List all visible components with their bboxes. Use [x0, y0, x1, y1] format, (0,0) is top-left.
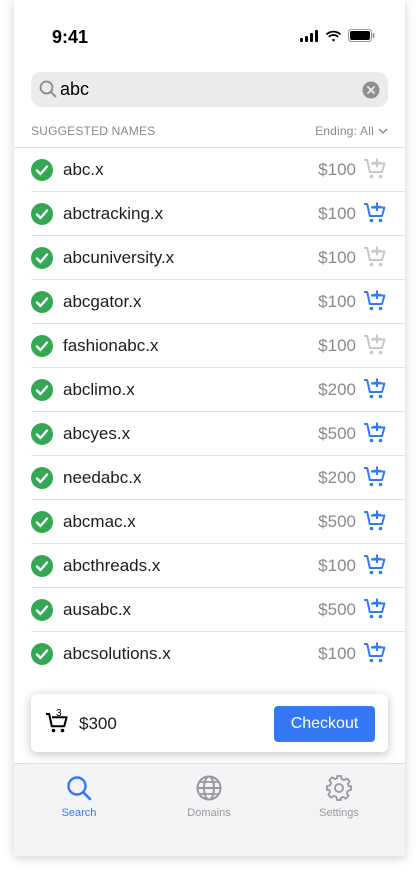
- domain-price: $100: [318, 644, 356, 663]
- result-row[interactable]: abcthreads.x $100: [31, 543, 405, 587]
- section-header: SUGGESTED NAMES Ending: All: [31, 124, 388, 140]
- available-check-icon: [31, 203, 53, 230]
- cart-summary: 3 $300 Checkout: [31, 694, 388, 752]
- add-to-cart-icon[interactable]: [363, 421, 387, 445]
- domain-price: $500: [318, 424, 356, 443]
- in-cart-icon[interactable]: [363, 157, 387, 181]
- domain-name: abcuniversity.x: [63, 248, 175, 267]
- tab-label: Settings: [319, 807, 359, 819]
- signal-icon: [300, 29, 318, 42]
- domain-price: $100: [318, 248, 356, 267]
- status-icons: [300, 29, 375, 42]
- domain-name: needabc.x: [63, 468, 142, 487]
- tab-settings[interactable]: Settings: [289, 774, 389, 834]
- domain-price: $200: [318, 380, 356, 399]
- cart-count-badge: 3: [56, 708, 62, 719]
- domain-name: abcgator.x: [63, 292, 142, 311]
- result-row[interactable]: ausabc.x $500: [31, 587, 405, 631]
- add-to-cart-icon[interactable]: [363, 465, 387, 489]
- result-row[interactable]: fashionabc.x $100: [31, 323, 405, 367]
- ending-filter-label: Ending: All: [315, 124, 374, 138]
- search-icon: [39, 80, 57, 98]
- domain-name: abcmac.x: [63, 512, 136, 531]
- domain-price: $500: [318, 512, 356, 531]
- phone-screen: 9:41 abc SUGGESTED NAMES Ending: All abc…: [14, 0, 405, 856]
- search-input[interactable]: [60, 72, 350, 107]
- result-row[interactable]: needabc.x $200: [31, 455, 405, 499]
- result-row[interactable]: abcgator.x $100: [31, 279, 405, 323]
- domain-name: abctracking.x: [63, 204, 164, 223]
- domain-price: $200: [318, 468, 356, 487]
- section-title: SUGGESTED NAMES: [31, 124, 156, 138]
- domain-price: $100: [318, 292, 356, 311]
- available-check-icon: [31, 379, 53, 406]
- available-check-icon: [31, 599, 53, 626]
- available-check-icon: [31, 555, 53, 582]
- search-icon: [67, 776, 92, 801]
- available-check-icon: [31, 291, 53, 318]
- domain-name: abcyes.x: [63, 424, 131, 443]
- status-time: 9:41: [52, 27, 89, 47]
- add-to-cart-icon[interactable]: [363, 509, 387, 533]
- tab-domains[interactable]: Domains: [159, 774, 259, 834]
- add-to-cart-icon[interactable]: [363, 641, 387, 665]
- tab-search[interactable]: Search: [29, 774, 129, 834]
- domain-name: ausabc.x: [63, 600, 132, 619]
- available-check-icon: [31, 159, 53, 186]
- domain-name: abcthreads.x: [63, 556, 161, 575]
- status-bar: 9:41: [14, 0, 405, 72]
- result-row[interactable]: abcsolutions.x $100: [31, 631, 405, 675]
- domain-name: abc.x: [63, 160, 104, 179]
- result-row[interactable]: abc.x $100: [14, 147, 405, 191]
- add-to-cart-icon[interactable]: [363, 377, 387, 401]
- result-row[interactable]: abclimo.x $200: [31, 367, 405, 411]
- available-check-icon: [31, 643, 53, 670]
- gear-icon: [326, 775, 352, 801]
- results-list: abc.x $100 abctracking.x $100 abcuniversity.…: [14, 147, 405, 675]
- tab-bar: Search Domains Settings: [14, 763, 405, 856]
- clear-search-icon[interactable]: [362, 81, 380, 99]
- wifi-icon: [325, 30, 342, 42]
- add-to-cart-icon[interactable]: [363, 201, 387, 225]
- domain-name: abcsolutions.x: [63, 644, 171, 663]
- ending-filter-dropdown[interactable]: Ending: All: [315, 124, 388, 138]
- domain-price: $100: [318, 556, 356, 575]
- battery-icon: [348, 29, 375, 42]
- result-row[interactable]: abcyes.x $500: [31, 411, 405, 455]
- result-row[interactable]: abctracking.x $100: [31, 191, 405, 235]
- checkout-button[interactable]: Checkout: [274, 706, 375, 742]
- add-to-cart-icon[interactable]: [363, 553, 387, 577]
- available-check-icon: [31, 247, 53, 274]
- domain-price: $500: [318, 600, 356, 619]
- available-check-icon: [31, 423, 53, 450]
- tab-label: Search: [61, 807, 97, 819]
- add-to-cart-icon[interactable]: [363, 597, 387, 621]
- domain-name: fashionabc.x: [63, 336, 159, 355]
- available-check-icon: [31, 511, 53, 538]
- available-check-icon: [31, 335, 53, 362]
- chevron-down-icon: [378, 128, 388, 134]
- domain-name: abclimo.x: [63, 380, 135, 399]
- domain-price: $100: [318, 160, 356, 179]
- result-row[interactable]: abcmac.x $500: [31, 499, 405, 543]
- in-cart-icon[interactable]: [363, 245, 387, 269]
- cart-total: $300: [79, 714, 117, 733]
- in-cart-icon[interactable]: [363, 333, 387, 357]
- domain-price: $100: [318, 336, 356, 355]
- search-bar: [31, 72, 388, 107]
- tab-label: Domains: [187, 807, 231, 819]
- available-check-icon: [31, 467, 53, 494]
- add-to-cart-icon[interactable]: [363, 289, 387, 313]
- domain-price: $100: [318, 204, 356, 223]
- result-row[interactable]: abcuniversity.x $100: [31, 235, 405, 279]
- globe-icon: [196, 775, 222, 801]
